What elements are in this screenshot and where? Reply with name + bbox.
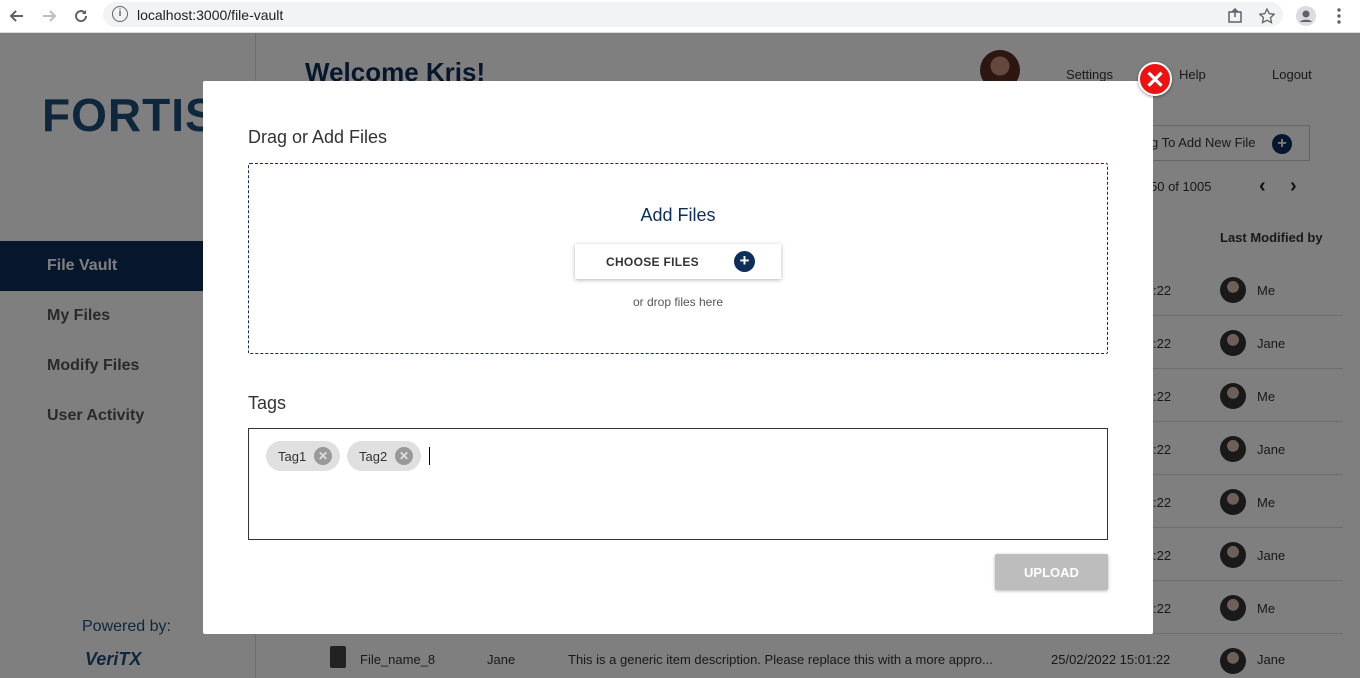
reload-icon[interactable] [70, 5, 92, 27]
tag-chip[interactable]: Tag1 ✕ [266, 441, 340, 471]
browser-toolbar: i localhost:3000/file-vault [0, 0, 1360, 33]
dialog-title: Drag or Add Files [248, 127, 388, 147]
upload-button[interactable]: UPLOAD [995, 554, 1108, 590]
plus-circle-icon: + [734, 251, 755, 272]
tag-chip[interactable]: Tag2 ✕ [347, 441, 421, 471]
bookmark-star-icon[interactable] [1256, 5, 1278, 27]
dropzone-title: Add Files [640, 205, 716, 225]
text-caret [429, 447, 430, 465]
tags-heading: Tags [248, 393, 287, 413]
address-url[interactable]: localhost:3000/file-vault [137, 7, 283, 23]
choose-files-label: CHOOSE FILES [606, 255, 699, 269]
remove-tag-icon[interactable]: ✕ [395, 447, 413, 465]
tag-label: Tag2 [359, 449, 388, 464]
menu-kebab-icon[interactable] [1328, 5, 1350, 27]
forward-icon[interactable] [38, 5, 60, 27]
file-dropzone[interactable]: Add Files CHOOSE FILES + or drop files h… [248, 163, 1108, 354]
drop-hint: or drop files here [632, 295, 724, 309]
share-icon[interactable] [1224, 5, 1246, 27]
tags-input[interactable]: Tag1 ✕ Tag2 ✕ [248, 428, 1108, 540]
remove-tag-icon[interactable]: ✕ [314, 447, 332, 465]
site-info-icon[interactable]: i [112, 6, 128, 22]
tag-label: Tag1 [278, 449, 307, 464]
choose-files-button[interactable]: CHOOSE FILES + [575, 244, 781, 279]
upload-dialog: Drag or Add Files Add Files CHOOSE FILES… [203, 81, 1153, 634]
upload-label: UPLOAD [1024, 565, 1079, 580]
back-icon[interactable] [6, 5, 28, 27]
close-icon[interactable]: ✕ [1138, 62, 1172, 96]
profile-icon[interactable] [1295, 5, 1317, 27]
